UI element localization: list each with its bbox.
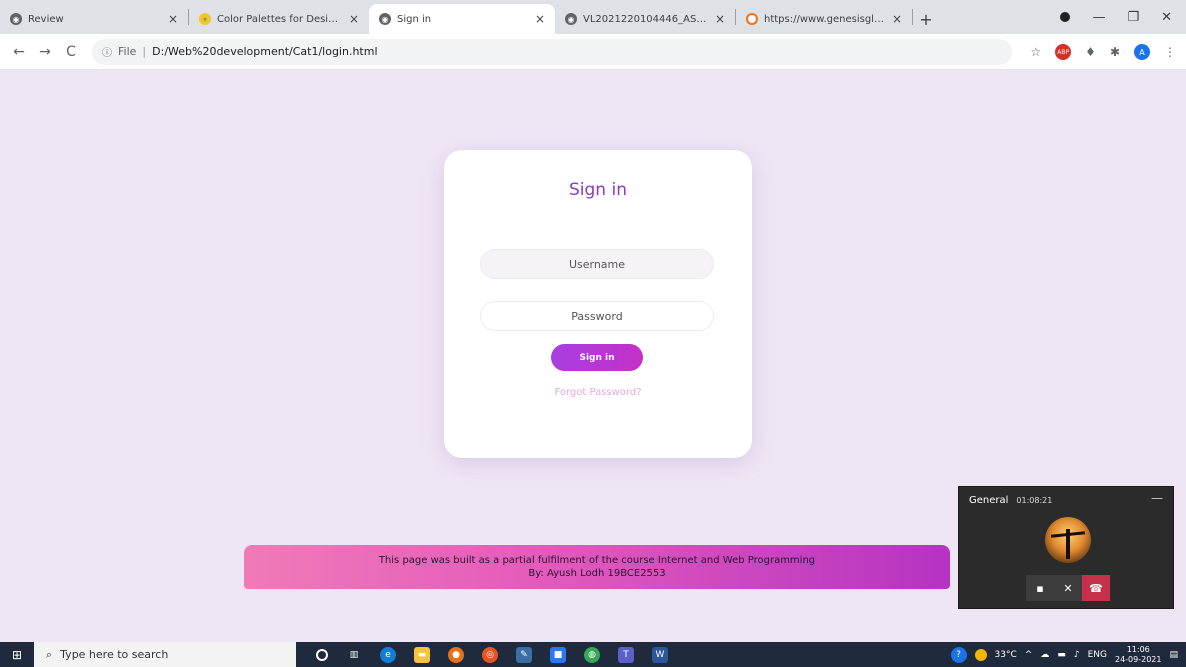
call-channel: General: [969, 495, 1009, 506]
login-card: Sign in Sign in Forgot Password?: [444, 150, 752, 458]
close-icon[interactable]: ×: [535, 12, 545, 26]
bookmark-star-icon[interactable]: ☆: [1030, 45, 1041, 59]
minimize-button[interactable]: —: [1092, 10, 1105, 25]
search-icon: ⌕: [46, 647, 53, 661]
tab-pdf[interactable]: ◉ VL2021220104446_AST02.pdf ×: [555, 4, 735, 34]
close-icon[interactable]: ×: [349, 12, 359, 26]
profile-avatar[interactable]: A: [1134, 44, 1150, 60]
search-placeholder: Type here to search: [60, 648, 169, 661]
edge-icon[interactable]: e: [380, 646, 396, 663]
globe-icon: ◉: [565, 13, 577, 25]
taskbar-search[interactable]: ⌕ Type here to search: [34, 642, 296, 667]
onedrive-icon[interactable]: ☁: [1040, 650, 1049, 660]
browser-tab-bar: ◉ Review × ▾ Color Palettes for Designer…: [0, 0, 1186, 34]
page-title: Sign in: [569, 180, 627, 200]
tab-review[interactable]: ◉ Review ×: [0, 4, 188, 34]
call-minimize-button[interactable]: —: [1151, 491, 1163, 505]
ubuntu-icon[interactable]: ◎: [482, 646, 498, 663]
tab-title: Color Palettes for Designers and: [217, 13, 343, 25]
url-text: D:/Web%20development/Cat1/login.html: [152, 45, 378, 58]
record-dot-icon[interactable]: [1060, 12, 1071, 22]
mic-muted-icon[interactable]: ✕: [1054, 575, 1082, 601]
close-icon[interactable]: ×: [892, 12, 902, 26]
sign-in-button[interactable]: Sign in: [551, 344, 643, 371]
weather-icon[interactable]: [974, 648, 987, 661]
close-icon[interactable]: ×: [168, 12, 178, 26]
taskbar-apps: ▥ e ▬ ● ◎ ✎ ■ ◍ T W: [316, 646, 668, 663]
footer-author-text: By: Ayush Lodh 19BCE2553: [528, 568, 666, 579]
volume-icon[interactable]: ♪: [1074, 650, 1080, 660]
extensions-area: ☆ ABP ♦ ✱ A ⋮: [1030, 34, 1176, 70]
menu-kebab-icon[interactable]: ⋮: [1164, 45, 1176, 59]
circle-icon: [746, 13, 758, 25]
username-input[interactable]: [480, 249, 714, 279]
system-tray: ? 33°C ^ ☁ ▬ ♪ ENG 11:06 24-09-2021 ▤: [950, 642, 1178, 667]
clock-date: 24-09-2021: [1114, 654, 1162, 664]
call-avatar: [1045, 517, 1091, 563]
taskbar-clock[interactable]: 11:06 24-09-2021: [1115, 645, 1162, 665]
word-icon[interactable]: W: [652, 646, 668, 663]
windows-start-icon[interactable]: ⊞: [0, 642, 34, 667]
puzzle-icon[interactable]: ✱: [1110, 45, 1120, 59]
browser-icon[interactable]: ◍: [584, 646, 600, 663]
teams-icon[interactable]: T: [618, 646, 634, 663]
restore-button[interactable]: ❐: [1127, 10, 1139, 25]
tab-title: https://www.genesisglobalschool: [764, 13, 886, 25]
tab-title: VL2021220104446_AST02.pdf: [583, 13, 709, 25]
back-button[interactable]: ←: [6, 44, 32, 60]
call-overlay[interactable]: General 01:08:21 — ▪ ✕ ☎: [958, 486, 1174, 609]
window-controls: — ❐ ✕: [1060, 0, 1186, 34]
info-icon[interactable]: ⓘ: [102, 44, 112, 59]
palette-icon: ▾: [199, 13, 211, 25]
tab-genesis[interactable]: https://www.genesisglobalschool ×: [736, 4, 912, 34]
new-tab-button[interactable]: +: [913, 4, 939, 34]
scheme-label: File: [118, 45, 137, 58]
help-icon[interactable]: ?: [950, 646, 967, 663]
taskbar: ⊞ ⌕ Type here to search ▥ e ▬ ● ◎ ✎ ■ ◍ …: [0, 642, 1186, 667]
tab-title: Review: [28, 13, 64, 25]
task-view-icon[interactable]: ▥: [346, 647, 362, 663]
cortana-icon[interactable]: [316, 648, 328, 661]
reload-button[interactable]: C: [58, 44, 84, 60]
hang-up-icon[interactable]: ☎: [1082, 575, 1110, 601]
chevron-up-icon[interactable]: ^: [1025, 650, 1033, 660]
call-controls: ▪ ✕ ☎: [1026, 575, 1110, 601]
address-bar: ← → C ⓘ File | D:/Web%20development/Cat1…: [0, 34, 1186, 70]
footer-course-text: This page was built as a partial fulfilm…: [378, 555, 816, 566]
omnibox-divider: |: [142, 45, 147, 58]
app-icon[interactable]: ✎: [516, 646, 532, 663]
tab-color-palettes[interactable]: ▾ Color Palettes for Designers and ×: [189, 4, 369, 34]
store-icon[interactable]: ■: [550, 646, 566, 663]
language-indicator[interactable]: ENG: [1088, 650, 1107, 660]
forward-button[interactable]: →: [32, 44, 58, 60]
globe-icon: ◉: [379, 13, 391, 25]
close-window-button[interactable]: ✕: [1161, 10, 1172, 25]
call-header: General 01:08:21: [969, 495, 1052, 506]
chrome-icon[interactable]: ●: [448, 646, 464, 663]
footer-banner: This page was built as a partial fulfilm…: [244, 545, 950, 589]
clock-time: 11:06: [1126, 644, 1150, 654]
password-input[interactable]: [480, 301, 714, 331]
forgot-password-link[interactable]: Forgot Password?: [444, 387, 752, 398]
tab-title: Sign in: [397, 13, 432, 25]
notifications-icon[interactable]: ▤: [1169, 650, 1178, 660]
tab-sign-in[interactable]: ◉ Sign in ×: [369, 4, 555, 34]
weather-temperature[interactable]: 33°C: [995, 650, 1017, 660]
url-input[interactable]: ⓘ File | D:/Web%20development/Cat1/login…: [92, 38, 1012, 65]
adblock-icon[interactable]: ABP: [1055, 44, 1072, 60]
file-explorer-icon[interactable]: ▬: [414, 646, 430, 663]
network-icon[interactable]: ▬: [1057, 650, 1066, 660]
call-duration: 01:08:21: [1016, 496, 1053, 505]
close-icon[interactable]: ×: [715, 12, 725, 26]
extension-icon[interactable]: ♦: [1085, 45, 1096, 59]
globe-icon: ◉: [10, 13, 22, 25]
camera-off-icon[interactable]: ▪: [1026, 575, 1054, 601]
